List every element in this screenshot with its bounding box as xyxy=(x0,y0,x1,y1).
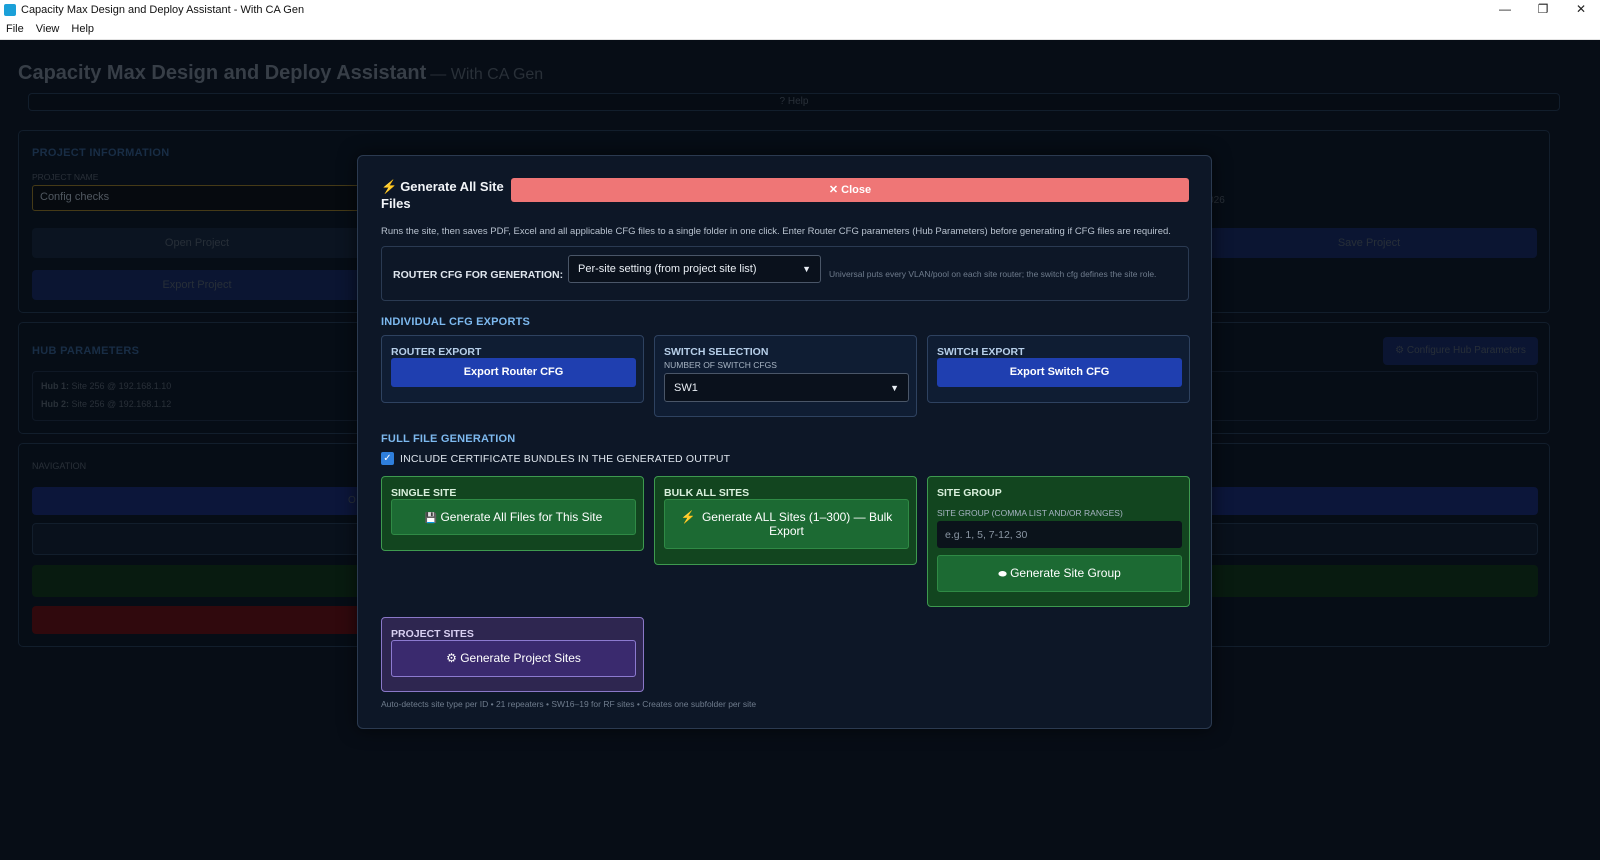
site-group-card: SITE GROUP SITE GROUP (COMMA LIST AND/OR… xyxy=(927,476,1190,607)
export-router-cfg-button[interactable]: Export Router CFG xyxy=(391,358,636,387)
generate-single-site-label: Generate All Files for This Site xyxy=(440,510,603,524)
site-group-label: SITE GROUP (COMMA LIST AND/OR RANGES) xyxy=(937,508,1123,518)
router-export-card: ROUTER EXPORT Export Router CFG xyxy=(381,335,644,403)
bolt-icon: ⚡ xyxy=(680,510,696,524)
project-sites-title: PROJECT SITES xyxy=(391,628,474,640)
modal-title: ⚡ Generate All Site Files xyxy=(381,178,511,212)
router-cfg-select[interactable]: Per-site setting (from project site list… xyxy=(568,255,821,283)
router-cfg-hint: Universal puts every VLAN/pool on each s… xyxy=(829,269,1157,279)
switch-export-card: SWITCH EXPORT Export Switch CFG xyxy=(927,335,1190,403)
menu-view[interactable]: View xyxy=(30,23,66,35)
chevron-down-icon: ▼ xyxy=(802,264,811,274)
window-titlebar: Capacity Max Design and Deploy Assistant… xyxy=(0,0,1600,19)
generate-site-group-button[interactable]: ⬬ Generate Site Group xyxy=(937,555,1182,592)
modal-footnote: Auto-detects site type per ID • 21 repea… xyxy=(381,699,757,709)
switch-export-title: SWITCH EXPORT xyxy=(937,346,1025,358)
menu-bar: File View Help xyxy=(0,19,1600,40)
site-group-input[interactable]: e.g. 1, 5, 7-12, 30 xyxy=(937,521,1182,548)
menu-help[interactable]: Help xyxy=(65,23,100,35)
close-button[interactable]: ✕ Close xyxy=(511,178,1189,202)
maximize-button[interactable]: ❐ xyxy=(1524,0,1562,19)
menu-file[interactable]: File xyxy=(0,23,30,35)
bulk-all-sites-title: BULK ALL SITES xyxy=(664,487,750,499)
switch-selection-card: SWITCH SELECTION NUMBER OF SWITCH CFGS S… xyxy=(654,335,917,417)
modal-description: Runs the site, then saves PDF, Excel and… xyxy=(381,226,1171,237)
bolt-icon: ⚡ xyxy=(381,179,398,194)
generate-single-site-button[interactable]: 💾 Generate All Files for This Site xyxy=(391,499,636,535)
disc-icon: ⬬ xyxy=(998,569,1007,580)
single-site-title: SINGLE SITE xyxy=(391,487,457,499)
bulk-all-sites-card: BULK ALL SITES ⚡ Generate ALL Sites (1–3… xyxy=(654,476,917,565)
modal-title-text: Generate All Site Files xyxy=(381,179,504,211)
generate-all-sites-button[interactable]: ⚡ Generate ALL Sites (1–300) — Bulk Expo… xyxy=(664,499,909,549)
single-site-card: SINGLE SITE 💾 Generate All Files for Thi… xyxy=(381,476,644,551)
router-export-title: ROUTER EXPORT xyxy=(391,346,482,358)
switch-count-select[interactable]: SW1 ▼ xyxy=(664,373,909,402)
floppy-disk-icon: 💾 xyxy=(424,513,438,524)
project-sites-card: PROJECT SITES ⚙ Generate Project Sites xyxy=(381,617,644,692)
generate-project-sites-label: Generate Project Sites xyxy=(460,651,581,665)
generate-site-group-label: Generate Site Group xyxy=(1010,566,1121,580)
minimize-button[interactable]: — xyxy=(1486,0,1524,19)
app-icon xyxy=(4,3,16,16)
generate-all-site-files-modal: ⚡ Generate All Site Files ✕ Close Runs th… xyxy=(357,155,1212,729)
router-cfg-box: ROUTER CFG FOR GENERATION: Per-site sett… xyxy=(381,246,1189,301)
switch-selection-title: SWITCH SELECTION xyxy=(664,346,769,358)
full-file-generation-heading: FULL FILE GENERATION xyxy=(381,433,516,445)
close-window-button[interactable]: ✕ xyxy=(1562,0,1600,19)
gear-icon: ⚙ xyxy=(446,651,457,665)
certificate-bundles-label: INCLUDE CERTIFICATE BUNDLES IN THE GENER… xyxy=(400,452,731,465)
certificate-bundles-checkbox[interactable]: ✓ xyxy=(381,452,394,465)
generate-project-sites-button[interactable]: ⚙ Generate Project Sites xyxy=(391,640,636,677)
router-cfg-label: ROUTER CFG FOR GENERATION: xyxy=(393,269,564,281)
router-cfg-selected: Per-site setting (from project site list… xyxy=(578,263,757,275)
individual-cfg-exports-heading: INDIVIDUAL CFG EXPORTS xyxy=(381,316,531,328)
switch-count-label: NUMBER OF SWITCH CFGS xyxy=(664,360,777,370)
certificate-bundles-row: ✓ INCLUDE CERTIFICATE BUNDLES IN THE GEN… xyxy=(381,452,730,465)
switch-count-selected: SW1 xyxy=(674,381,698,394)
chevron-down-icon: ▼ xyxy=(890,382,899,393)
export-switch-cfg-button[interactable]: Export Switch CFG xyxy=(937,358,1182,387)
generate-all-sites-label: Generate ALL Sites (1–300) — Bulk Export xyxy=(701,510,893,538)
window-title: Capacity Max Design and Deploy Assistant… xyxy=(21,3,305,16)
site-group-title: SITE GROUP xyxy=(937,487,1002,499)
